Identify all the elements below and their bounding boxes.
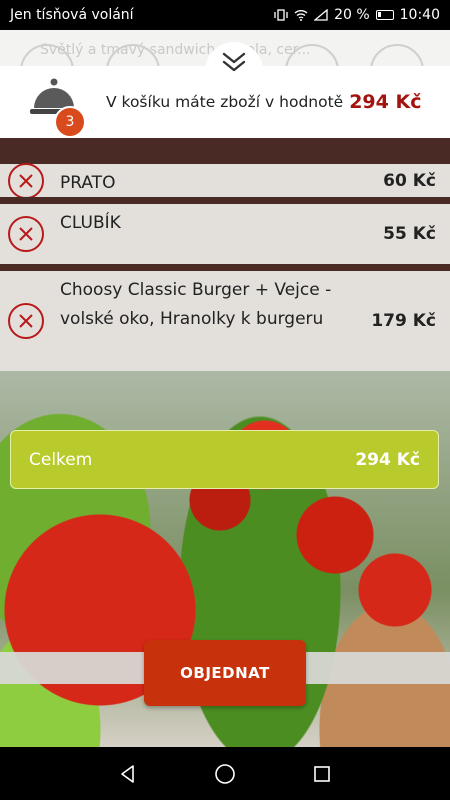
- clock: 10:40: [399, 7, 440, 23]
- back-triangle-icon: [121, 764, 135, 783]
- cart-summary-total: 294 Kč: [349, 91, 422, 113]
- carrier-text: Jen tísňová volání: [10, 7, 134, 23]
- cart-item: Choosy Classic Burger + Vejce - volské o…: [0, 264, 450, 371]
- cart-icon-wrap: 3: [24, 72, 96, 138]
- battery-percent: 20 %: [334, 7, 370, 23]
- cart-summary-text: V košíku máte zboží v hodnotě: [106, 93, 344, 111]
- chevron-double-down-icon: [222, 52, 246, 72]
- total-label: Celkem: [29, 449, 93, 470]
- cart-item-name: PRATO: [60, 173, 116, 193]
- android-nav-bar: [0, 747, 450, 800]
- battery-icon: [375, 10, 394, 20]
- remove-item-button[interactable]: [8, 162, 44, 199]
- cart-item-name: CLUBÍK: [60, 213, 121, 233]
- close-icon: [19, 314, 33, 328]
- vibrate-icon: [274, 9, 288, 21]
- status-bar: Jen tísňová volání 20 % 10:40: [0, 0, 450, 30]
- signal-icon: [314, 9, 328, 21]
- cart-items-list: PRATO 60 Kč CLUBÍK 55 Kč Choosy Classic …: [0, 138, 450, 371]
- recents-button[interactable]: [302, 754, 342, 794]
- home-circle-icon: [215, 763, 235, 784]
- home-button[interactable]: [205, 754, 245, 794]
- back-button[interactable]: [108, 754, 148, 794]
- close-icon: [19, 173, 33, 188]
- wifi-icon: [294, 10, 308, 21]
- cart-item-price: 60 Kč: [383, 170, 436, 191]
- cart-item: PRATO 60 Kč: [0, 138, 450, 199]
- cart-item: CLUBÍK 55 Kč: [0, 197, 450, 264]
- cart-total-bar: Celkem 294 Kč: [10, 430, 439, 489]
- remove-item-button[interactable]: [8, 303, 44, 339]
- cart-item-price: 179 Kč: [371, 311, 436, 331]
- app-screen: Světlý a tmavý sandwich, rucola, cer... …: [0, 30, 450, 747]
- recents-square-icon: [313, 765, 330, 782]
- cart-item-price: 55 Kč: [383, 224, 436, 244]
- total-value: 294 Kč: [355, 449, 420, 470]
- remove-item-button[interactable]: [8, 216, 44, 252]
- status-icons: 20 % 10:40: [274, 7, 440, 23]
- cart-count-badge: 3: [54, 106, 86, 138]
- cart-item-name: Choosy Classic Burger + Vejce - volské o…: [60, 280, 332, 329]
- close-icon: [19, 227, 33, 241]
- order-button[interactable]: OBJEDNAT: [144, 640, 306, 706]
